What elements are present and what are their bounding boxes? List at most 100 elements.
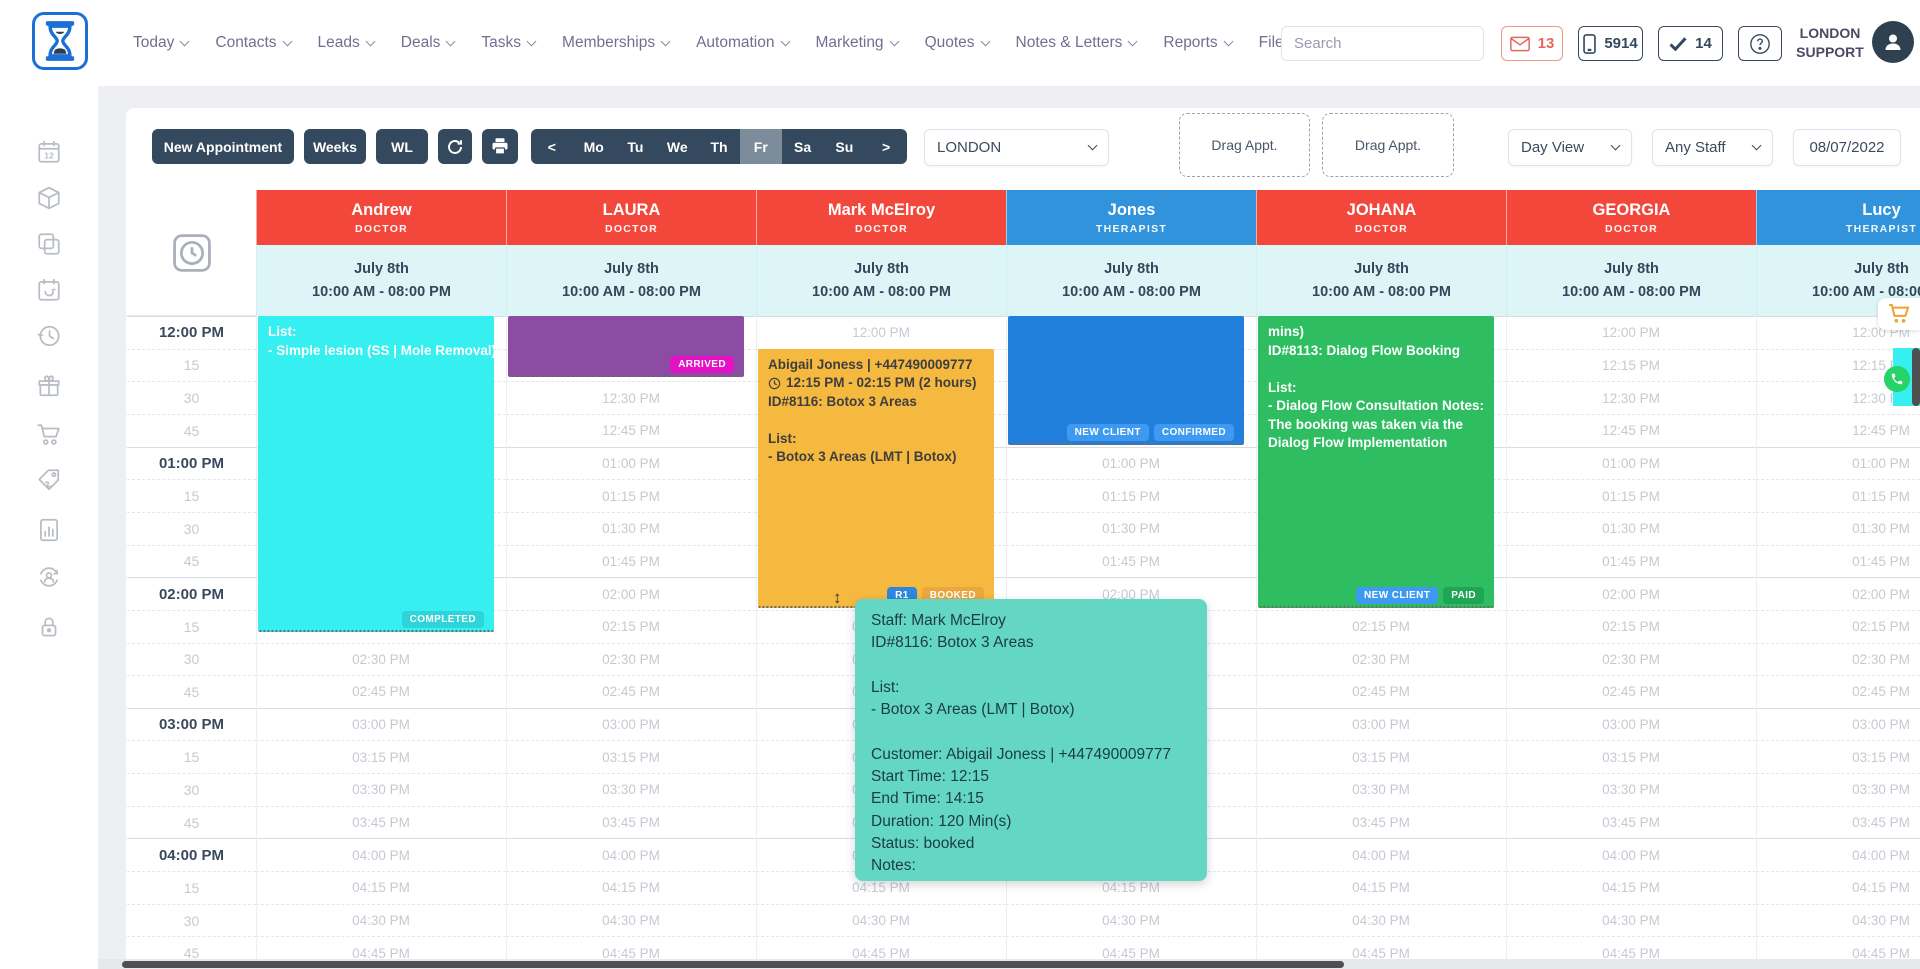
time-slot-cell[interactable]: 03:15 PM — [1256, 740, 1506, 773]
new-appointment-button[interactable]: New Appointment — [152, 129, 294, 164]
time-slot-cell[interactable]: 01:30 PM — [1506, 512, 1756, 545]
view-select[interactable]: Day View — [1508, 129, 1632, 166]
history-icon[interactable] — [36, 323, 62, 354]
staff-column-header-laura[interactable]: LAURADOCTOR — [506, 190, 756, 245]
help-button[interactable] — [1738, 26, 1782, 61]
time-slot-cell[interactable]: 12:00 PM — [756, 316, 1006, 349]
day-button-next[interactable]: > — [865, 129, 907, 164]
time-slot-cell[interactable]: 03:30 PM — [1256, 773, 1506, 806]
time-slot-cell[interactable]: 02:00 PM — [506, 577, 756, 610]
mail-notifications-button[interactable]: 13 — [1501, 26, 1563, 61]
time-slot-cell[interactable]: 01:15 PM — [1756, 479, 1920, 512]
time-slot-cell[interactable]: 02:45 PM — [506, 675, 756, 708]
time-slot-cell[interactable]: 01:00 PM — [506, 447, 756, 480]
staff-column-header-lucy[interactable]: LucyTHERAPIST — [1756, 190, 1920, 245]
time-slot-cell[interactable]: 12:30 PM — [506, 381, 756, 414]
time-slot-cell[interactable]: 02:15 PM — [506, 610, 756, 643]
time-slot-cell[interactable]: 12:45 PM — [1756, 414, 1920, 447]
time-slot-cell[interactable]: 02:30 PM — [256, 643, 506, 676]
user-avatar[interactable] — [1872, 21, 1914, 63]
nav-item-automation[interactable]: Automation — [696, 34, 788, 52]
time-slot-cell[interactable]: 04:15 PM — [1756, 871, 1920, 904]
time-slot-cell[interactable]: 03:30 PM — [1756, 773, 1920, 806]
time-slot-cell[interactable]: 01:45 PM — [1506, 545, 1756, 578]
time-slot-cell[interactable]: 03:00 PM — [1506, 708, 1756, 741]
time-slot-cell[interactable]: 01:15 PM — [506, 479, 756, 512]
time-slot-cell[interactable]: 02:45 PM — [1506, 675, 1756, 708]
nav-item-contacts[interactable]: Contacts — [215, 34, 290, 52]
time-slot-cell[interactable]: 02:30 PM — [1256, 643, 1506, 676]
cart-icon[interactable] — [36, 422, 62, 453]
waitlist-button[interactable]: WL — [376, 129, 428, 164]
time-slot-cell[interactable]: 12:30 PM — [1506, 381, 1756, 414]
time-slot-cell[interactable]: 04:00 PM — [256, 838, 506, 871]
nav-item-quotes[interactable]: Quotes — [925, 34, 989, 52]
time-slot-cell[interactable]: 04:30 PM — [1506, 904, 1756, 937]
time-slot-cell[interactable]: 01:00 PM — [1756, 447, 1920, 480]
time-slot-cell[interactable]: 12:45 PM — [1506, 414, 1756, 447]
time-slot-cell[interactable]: 01:30 PM — [506, 512, 756, 545]
print-button[interactable] — [482, 129, 518, 164]
date-picker[interactable]: 08/07/2022 — [1793, 129, 1901, 166]
time-slot-cell[interactable]: 03:45 PM — [1506, 806, 1756, 839]
drag-appointment-slot-2[interactable]: Drag Appt. — [1322, 113, 1454, 177]
time-slot-cell[interactable]: 03:30 PM — [506, 773, 756, 806]
appointment-mark-mcelroy[interactable]: Abigail Joness | +44749000977712:15 PM -… — [758, 349, 994, 608]
time-slot-cell[interactable]: 04:30 PM — [506, 904, 756, 937]
nav-item-memberships[interactable]: Memberships — [562, 34, 669, 52]
time-slot-cell[interactable]: 01:45 PM — [506, 545, 756, 578]
time-slot-cell[interactable]: 04:30 PM — [756, 904, 1006, 937]
staff-column-header-jones[interactable]: JonesTHERAPIST — [1006, 190, 1256, 245]
day-button-mo[interactable]: Mo — [573, 129, 615, 164]
time-slot-cell[interactable]: 03:30 PM — [256, 773, 506, 806]
sms-button[interactable]: 5914 — [1578, 26, 1643, 61]
time-slot-cell[interactable]: 03:15 PM — [256, 740, 506, 773]
time-slot-cell[interactable]: 03:30 PM — [1506, 773, 1756, 806]
time-slot-cell[interactable]: 04:30 PM — [1256, 904, 1506, 937]
time-slot-cell[interactable]: 04:30 PM — [1756, 904, 1920, 937]
time-slot-cell[interactable]: 03:45 PM — [506, 806, 756, 839]
time-slot-cell[interactable]: 03:45 PM — [1756, 806, 1920, 839]
time-slot-cell[interactable]: 02:00 PM — [1506, 577, 1756, 610]
time-slot-cell[interactable]: 01:00 PM — [1006, 447, 1256, 480]
time-slot-cell[interactable]: 02:30 PM — [1756, 643, 1920, 676]
location-select[interactable]: LONDON — [924, 129, 1109, 166]
nav-item-reports[interactable]: Reports — [1163, 34, 1231, 52]
time-slot-cell[interactable]: 03:45 PM — [256, 806, 506, 839]
duplicate-icon[interactable] — [36, 231, 62, 262]
staff-column-header-johana[interactable]: JOHANADOCTOR — [1256, 190, 1506, 245]
staff-column-header-mark-mcelroy[interactable]: Mark McElroyDOCTOR — [756, 190, 1006, 245]
time-slot-cell[interactable]: 03:15 PM — [1756, 740, 1920, 773]
time-slot-cell[interactable]: 02:30 PM — [1506, 643, 1756, 676]
day-button-prev[interactable]: < — [531, 129, 573, 164]
time-slot-cell[interactable]: 04:00 PM — [1256, 838, 1506, 871]
time-slot-cell[interactable]: 04:00 PM — [506, 838, 756, 871]
staff-filter-select[interactable]: Any Staff — [1652, 129, 1773, 166]
tasks-done-button[interactable]: 14 — [1658, 26, 1723, 61]
time-slot-cell[interactable]: 02:45 PM — [1256, 675, 1506, 708]
time-slot-cell[interactable]: 03:00 PM — [506, 708, 756, 741]
time-slot-cell[interactable]: 12:15 PM — [1506, 349, 1756, 382]
appointment-johana[interactable]: mins)ID#8113: Dialog Flow Booking List:-… — [1258, 316, 1494, 608]
day-button-sa[interactable]: Sa — [782, 129, 824, 164]
time-slot-cell[interactable]: 03:00 PM — [1756, 708, 1920, 741]
time-slot-cell[interactable]: 01:30 PM — [1756, 512, 1920, 545]
calendar-date-icon[interactable]: 12 — [36, 139, 62, 170]
nav-item-marketing[interactable]: Marketing — [816, 34, 898, 52]
time-slot-cell[interactable]: 04:00 PM — [1756, 838, 1920, 871]
time-slot-cell[interactable]: 02:45 PM — [256, 675, 506, 708]
vertical-scrollbar-thumb[interactable] — [1912, 348, 1920, 406]
day-button-su[interactable]: Su — [823, 129, 865, 164]
nav-item-notes-letters[interactable]: Notes & Letters — [1016, 34, 1137, 52]
time-slot-cell[interactable]: 02:30 PM — [506, 643, 756, 676]
gift-icon[interactable] — [36, 373, 62, 404]
day-button-tu[interactable]: Tu — [615, 129, 657, 164]
whatsapp-floating-button[interactable] — [1884, 366, 1910, 392]
day-button-fr[interactable]: Fr — [740, 129, 782, 164]
nav-item-leads[interactable]: Leads — [318, 34, 374, 52]
time-slot-cell[interactable]: 04:15 PM — [256, 871, 506, 904]
time-slot-cell[interactable]: 04:30 PM — [256, 904, 506, 937]
weeks-button[interactable]: Weeks — [304, 129, 366, 164]
user-sync-icon[interactable] — [36, 564, 62, 595]
time-slot-cell[interactable]: 02:00 PM — [1756, 577, 1920, 610]
